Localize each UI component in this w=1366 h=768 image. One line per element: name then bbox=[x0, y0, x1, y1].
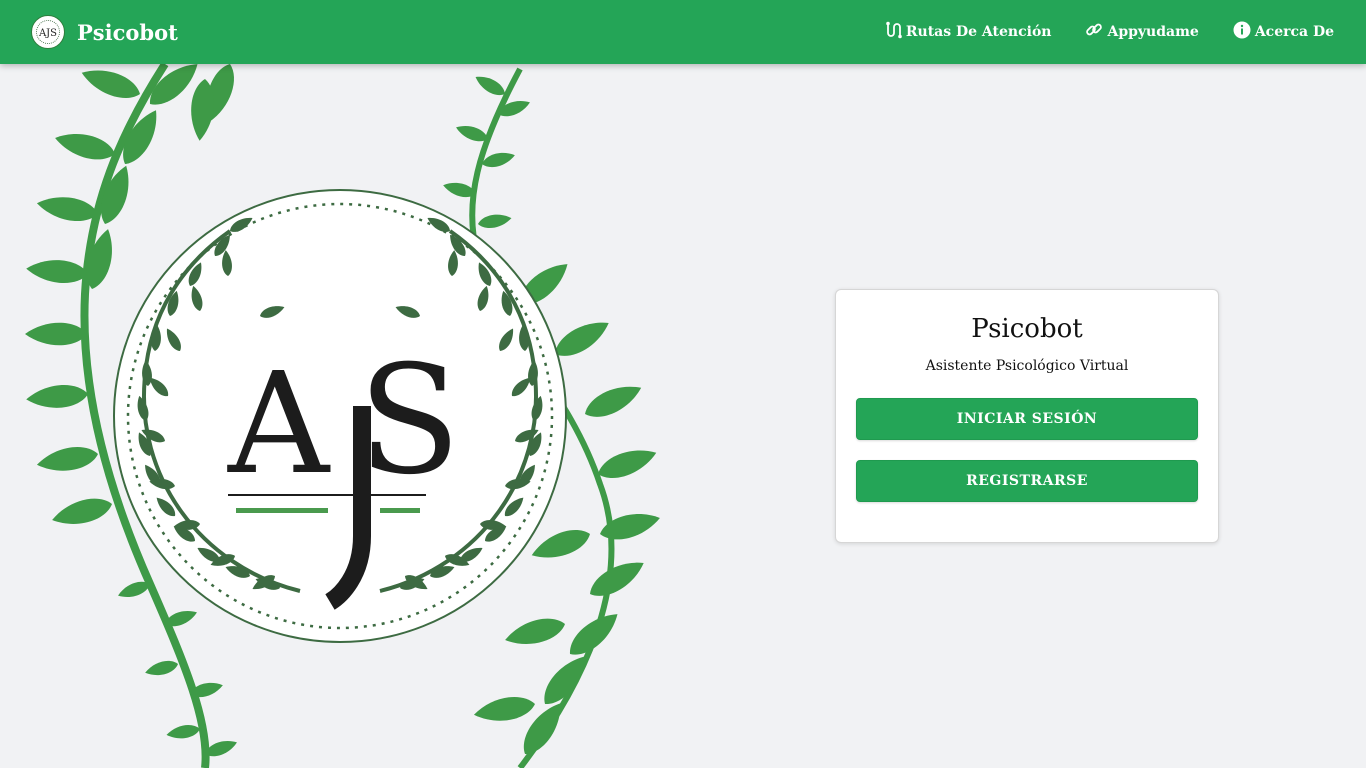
login-button[interactable]: INICIAR SESIÓN bbox=[856, 398, 1198, 440]
nav-link-label: Rutas De Atención bbox=[905, 24, 1052, 40]
aps-emblem: A S bbox=[113, 189, 567, 643]
svg-text:S: S bbox=[358, 334, 461, 508]
card-title: Psicobot bbox=[971, 314, 1083, 344]
top-navbar: AJS Psicobot Rutas De Atención Appyudame… bbox=[0, 0, 1366, 64]
nav-link-label: Acerca De bbox=[1254, 24, 1334, 40]
auth-card: Psicobot Asistente Psicológico Virtual I… bbox=[835, 289, 1219, 543]
card-subtitle: Asistente Psicológico Virtual bbox=[925, 358, 1129, 374]
register-button[interactable]: REGISTRARSE bbox=[856, 460, 1198, 502]
link-icon bbox=[1085, 21, 1107, 43]
svg-text:AJS: AJS bbox=[38, 28, 57, 39]
info-icon bbox=[1233, 21, 1255, 43]
nav-link-label: Appyudame bbox=[1107, 24, 1199, 40]
brand-name: Psicobot bbox=[77, 19, 178, 45]
brand-logo-icon: AJS bbox=[31, 15, 65, 49]
laurel-decoration: A S bbox=[25, 64, 663, 768]
brand[interactable]: AJS Psicobot bbox=[31, 15, 178, 49]
nav-link-rutas[interactable]: Rutas De Atención bbox=[884, 21, 1052, 43]
route-icon bbox=[884, 21, 906, 43]
nav-link-appyudame[interactable]: Appyudame bbox=[1085, 21, 1199, 43]
svg-text:A: A bbox=[227, 343, 331, 506]
nav-links: Rutas De Atención Appyudame Acerca De bbox=[850, 0, 1334, 64]
nav-link-acerca[interactable]: Acerca De bbox=[1233, 21, 1334, 43]
